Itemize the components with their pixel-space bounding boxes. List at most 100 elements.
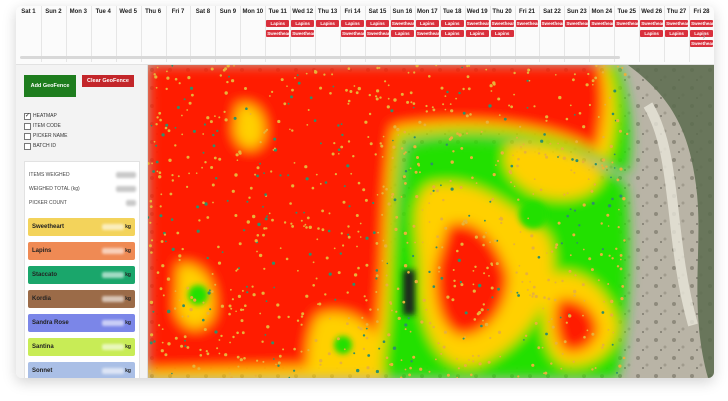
harvest-event-chip[interactable]: Sweetheart xyxy=(565,20,589,27)
harvest-marker xyxy=(488,104,492,108)
harvest-event-chip[interactable]: Lapins xyxy=(366,20,389,27)
harvest-event-chip[interactable]: Lapins xyxy=(266,20,290,27)
harvest-event-chip[interactable]: Sweetheart xyxy=(341,30,364,37)
harvest-marker xyxy=(554,281,557,284)
harvest-event-chip[interactable]: Sweetheart xyxy=(390,20,414,27)
timeline-day[interactable]: Fri 21 Sweetheart xyxy=(515,6,541,62)
timeline-day[interactable]: Thu 27 Sweetheart Lapins xyxy=(664,6,691,62)
heatmap-map[interactable] xyxy=(148,65,714,378)
chevron-right-icon[interactable]: › xyxy=(698,28,710,44)
timeline-day[interactable]: Sun 9 xyxy=(215,6,242,62)
harvest-marker xyxy=(460,242,464,246)
timeline-day[interactable]: Fri 14 Lapins Sweetheart xyxy=(340,6,366,62)
harvest-marker xyxy=(341,133,344,137)
timeline-day[interactable]: Mon 10 xyxy=(240,6,267,62)
timeline-day[interactable]: Sun 2 xyxy=(41,6,67,62)
harvest-marker xyxy=(325,256,329,260)
harvest-event-chip[interactable]: Lapins xyxy=(341,20,364,27)
timeline-day[interactable]: Tue 11 Lapins Sweetheart xyxy=(265,6,292,62)
harvest-event-chip[interactable]: Sweetheart xyxy=(515,20,539,27)
harvest-marker xyxy=(533,105,536,108)
variety-kordia[interactable]: Kordia kg xyxy=(28,290,135,308)
harvest-marker xyxy=(265,300,268,303)
timeline-day[interactable]: Wed 12 Lapins Sweetheart xyxy=(290,6,317,62)
layer-toggle-item-code[interactable]: ITEM CODE xyxy=(24,121,67,131)
harvest-marker xyxy=(462,111,466,115)
clear-geofence-button[interactable]: Clear GeoFence xyxy=(82,75,134,87)
timeline-day[interactable]: Sun 16 Sweetheart Lapins xyxy=(390,6,416,62)
timeline-day-label: Sun 23 xyxy=(567,9,587,15)
harvest-event-chip[interactable]: Sweetheart xyxy=(465,20,489,27)
harvest-marker xyxy=(301,312,305,316)
harvest-marker xyxy=(573,289,577,294)
variety-sandra-rose[interactable]: Sandra Rose kg xyxy=(28,314,135,332)
harvest-event-chip[interactable]: Sweetheart xyxy=(690,20,713,27)
harvest-marker xyxy=(485,120,489,124)
harvest-event-chip[interactable]: Lapins xyxy=(640,30,664,37)
variety-staccato[interactable]: Staccato kg xyxy=(28,266,135,284)
variety-lapins[interactable]: Lapins kg xyxy=(28,242,135,260)
harvest-event-chip[interactable]: Lapins xyxy=(415,20,439,27)
harvest-event-chip[interactable]: Lapins xyxy=(316,20,340,27)
timeline-day[interactable]: Mon 3 xyxy=(66,6,92,62)
harvest-event-chip[interactable]: Sweetheart xyxy=(366,30,389,37)
harvest-marker xyxy=(532,193,535,195)
layer-toggle-batch-id[interactable]: BATCH ID xyxy=(24,141,67,151)
harvest-event-chip[interactable]: Lapins xyxy=(665,30,689,37)
harvest-event-chip[interactable]: Sweetheart xyxy=(665,20,689,27)
timeline-day[interactable]: Sat 1 xyxy=(16,6,42,62)
harvest-event-chip[interactable]: Sweetheart xyxy=(490,20,514,27)
harvest-marker xyxy=(317,303,319,305)
heatmap-canvas[interactable] xyxy=(148,65,714,378)
harvest-marker xyxy=(442,198,445,202)
timeline-day[interactable]: Thu 6 xyxy=(141,6,167,62)
timeline-day[interactable]: Mon 24 Sweetheart xyxy=(589,6,616,62)
harvest-event-chip[interactable]: Lapins xyxy=(440,30,464,37)
timeline-day[interactable]: Sun 23 Sweetheart xyxy=(564,6,591,62)
harvest-event-chip[interactable]: Sweetheart xyxy=(590,20,614,27)
harvest-marker xyxy=(391,156,394,160)
add-geofence-button[interactable]: Add GeoFence xyxy=(24,75,76,97)
harvest-event-chip[interactable]: Lapins xyxy=(440,20,464,27)
checkbox[interactable] xyxy=(24,122,31,130)
harvest-marker xyxy=(566,192,569,195)
harvest-event-chip[interactable]: Lapins xyxy=(291,20,315,27)
timeline-day[interactable]: Sat 22 Sweetheart xyxy=(540,6,566,62)
harvest-event-chip[interactable]: Sweetheart xyxy=(415,30,439,37)
harvest-event-chip[interactable]: Sweetheart xyxy=(615,20,639,27)
timeline-day[interactable]: Wed 26 Sweetheart Lapins xyxy=(639,6,666,62)
variety-sweetheart[interactable]: Sweetheart kg xyxy=(28,218,135,236)
harvest-event-chip[interactable]: Sweetheart xyxy=(266,30,290,37)
timeline-day[interactable]: Sat 15 Lapins Sweetheart xyxy=(365,6,391,62)
layer-toggle-heatmap[interactable]: HEATMAP xyxy=(24,111,67,121)
layer-toggle-picker-name[interactable]: PICKER NAME xyxy=(24,131,67,141)
harvest-marker xyxy=(597,279,600,282)
timeline-day[interactable]: Sat 8 xyxy=(191,6,217,62)
timeline-day[interactable]: Mon 17 Lapins Sweetheart xyxy=(415,6,441,62)
harvest-event-chip[interactable]: Sweetheart xyxy=(291,30,315,37)
harvest-event-chip[interactable]: Sweetheart xyxy=(640,20,664,27)
timeline-day[interactable]: Fri 7 xyxy=(166,6,192,62)
checkbox[interactable] xyxy=(24,112,31,120)
timeline-day[interactable]: Wed 19 Sweetheart Lapins xyxy=(465,6,491,62)
harvest-event-chip[interactable]: Sweetheart xyxy=(540,20,564,27)
timeline-scrollbar[interactable] xyxy=(20,56,620,59)
timeline-day[interactable]: Tue 18 Lapins Lapins xyxy=(440,6,466,62)
variety-sonnet[interactable]: Sonnet kg xyxy=(28,362,135,378)
harvest-marker xyxy=(382,239,385,242)
harvest-event-chip[interactable]: Lapins xyxy=(490,30,514,37)
harvest-event-chip[interactable]: Lapins xyxy=(465,30,489,37)
harvest-event-chip[interactable]: Lapins xyxy=(390,30,414,37)
timeline-day[interactable]: Thu 20 Sweetheart Lapins xyxy=(490,6,516,62)
checkbox[interactable] xyxy=(24,132,31,140)
timeline-day[interactable]: Thu 13 Lapins xyxy=(315,6,342,62)
timeline-day[interactable]: Tue 4 xyxy=(91,6,117,62)
harvest-marker xyxy=(249,186,253,190)
timeline-day[interactable]: Tue 25 Sweetheart xyxy=(614,6,641,62)
stat-weighed-total: WEIGHED TOTAL (kg) xyxy=(25,182,139,196)
checkbox[interactable] xyxy=(24,142,31,150)
variety-santina[interactable]: Santina kg xyxy=(28,338,135,356)
harvest-marker xyxy=(337,271,341,275)
timeline-day[interactable]: Wed 5 xyxy=(116,6,142,62)
variety-name: Staccato xyxy=(32,272,58,278)
